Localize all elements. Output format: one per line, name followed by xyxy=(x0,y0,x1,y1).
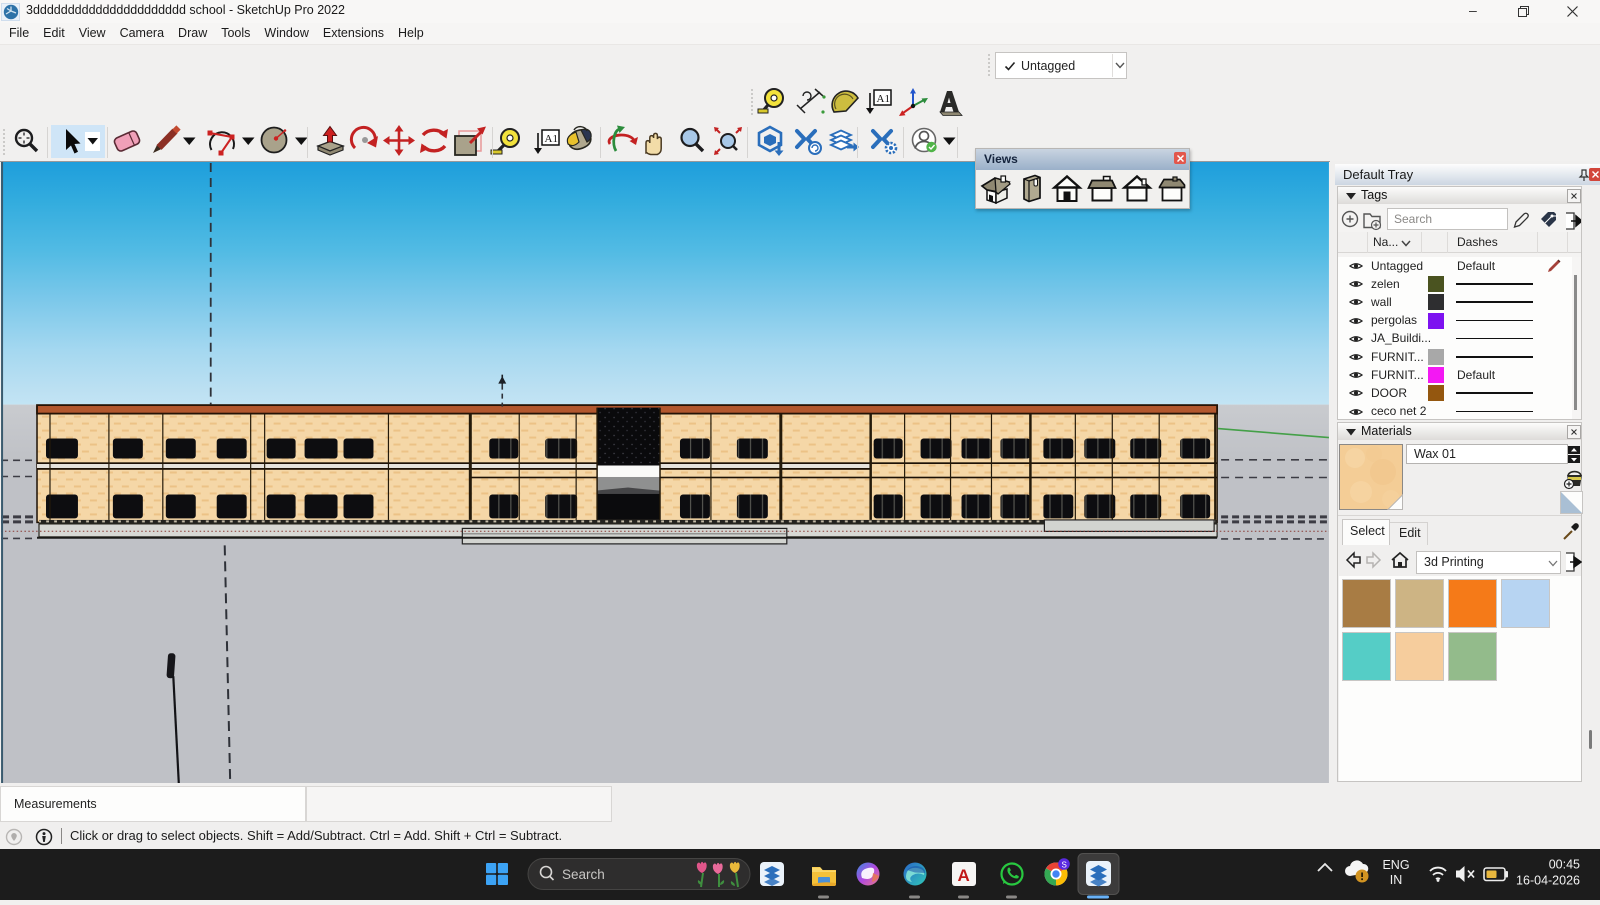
svg-text:A1: A1 xyxy=(545,133,558,145)
svg-text:00:45: 00:45 xyxy=(1549,858,1580,872)
svg-text:A: A xyxy=(958,866,970,885)
svg-text:A1: A1 xyxy=(877,93,890,105)
svg-text:16-04-2026: 16-04-2026 xyxy=(1516,874,1580,888)
svg-text:Search: Search xyxy=(562,867,605,882)
svg-text:S: S xyxy=(1062,861,1067,870)
svg-text:IN: IN xyxy=(1390,873,1403,887)
svg-text:ENG: ENG xyxy=(1382,858,1409,872)
